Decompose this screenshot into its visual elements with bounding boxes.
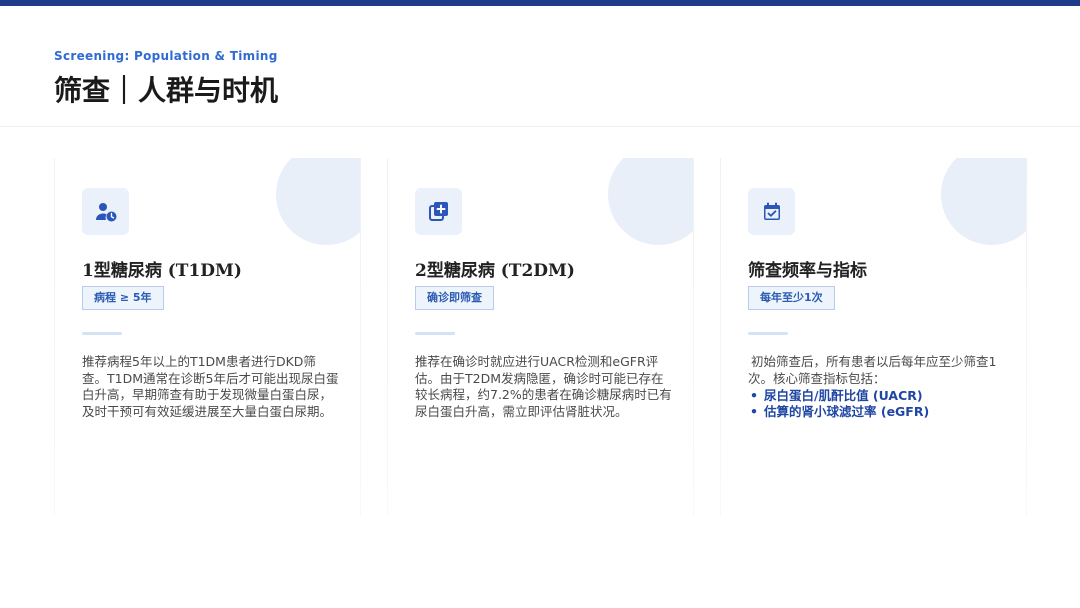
- decor-circle: [276, 158, 361, 245]
- decor-circle: [608, 158, 694, 245]
- card-t1dm: 1型糖尿病 (T1DM) 病程 ≥ 5年 推荐病程5年以上的T1DM患者进行DK…: [54, 158, 361, 516]
- card-description: 推荐在确诊时就应进行UACR检测和eGFR评估。由于T2DM发病隐匿，确诊时可能…: [415, 354, 672, 419]
- card-title: 2型糖尿病 (T2DM): [415, 261, 575, 281]
- indicator-list: • 尿白蛋白/肌酐比值 (UACR) • 估算的肾小球滤过率 (eGFR): [750, 388, 929, 420]
- list-item: • 尿白蛋白/肌酐比值 (UACR): [750, 388, 923, 403]
- add-box-icon: [415, 188, 462, 235]
- page-title: 筛查｜人群与时机: [54, 74, 279, 107]
- accent-divider: [748, 332, 788, 335]
- status-badge: 每年至少1次: [748, 286, 835, 310]
- user-clock-icon: [82, 188, 129, 235]
- card-title: 1型糖尿病 (T1DM): [82, 261, 242, 281]
- card-title: 筛查频率与指标: [748, 261, 867, 281]
- card-description: 初始筛查后，所有患者以后每年应至少筛查1次。核心筛查指标包括：: [748, 354, 997, 386]
- card-frequency: 筛查频率与指标 每年至少1次 初始筛查后，所有患者以后每年应至少筛查1次。核心筛…: [720, 158, 1027, 516]
- decor-circle: [941, 158, 1027, 245]
- list-item: • 估算的肾小球滤过率 (eGFR): [750, 404, 930, 419]
- calendar-check-icon: [748, 188, 795, 235]
- card-description: 推荐病程5年以上的T1DM患者进行DKD筛查。T1DM通常在诊断5年后才可能出现…: [82, 354, 339, 419]
- accent-divider: [415, 332, 455, 335]
- status-badge: 病程 ≥ 5年: [82, 286, 164, 310]
- page-subtitle: Screening: Population & Timing: [54, 49, 278, 63]
- page-header: Screening: Population & Timing 筛查｜人群与时机: [0, 6, 1080, 127]
- card-t2dm: 2型糖尿病 (T2DM) 确诊即筛查 推荐在确诊时就应进行UACR检测和eGFR…: [387, 158, 694, 516]
- status-badge: 确诊即筛查: [415, 286, 494, 310]
- accent-divider: [82, 332, 122, 335]
